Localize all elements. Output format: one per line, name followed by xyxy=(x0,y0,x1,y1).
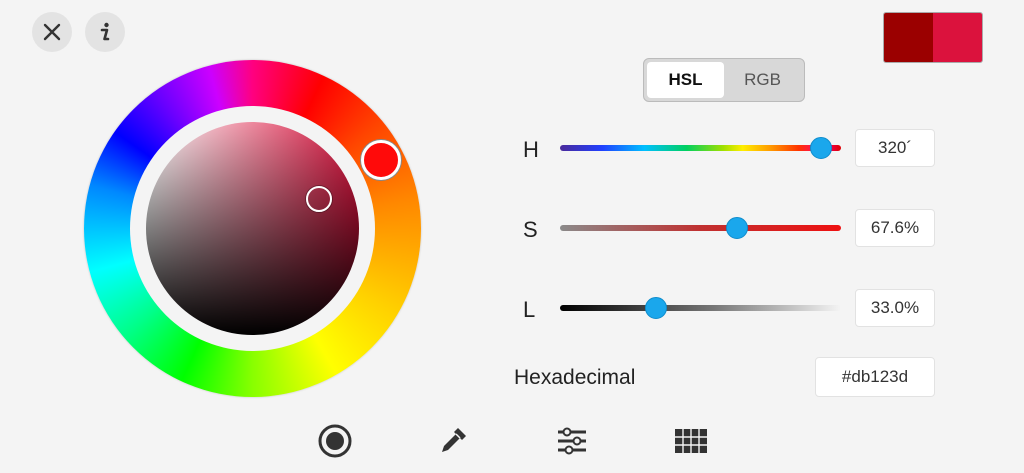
hue-slider-thumb[interactable] xyxy=(810,137,833,159)
eyedropper-button[interactable] xyxy=(434,422,472,460)
saturation-label: S xyxy=(523,217,538,242)
color-mode-toggle: HSL RGB xyxy=(643,58,805,102)
hue-label: H xyxy=(523,137,539,162)
color-wheel[interactable] xyxy=(84,60,421,397)
hexadecimal-label: Hexadecimal xyxy=(514,366,636,389)
previous-color-swatch[interactable] xyxy=(884,13,933,62)
sliders-button[interactable] xyxy=(553,422,591,460)
lightness-slider-thumb[interactable] xyxy=(644,297,667,319)
color-comparison-swatch xyxy=(883,12,983,63)
hue-slider-track[interactable] xyxy=(560,145,841,151)
info-icon xyxy=(100,22,110,41)
hexadecimal-value-field[interactable]: #db123d xyxy=(815,357,935,397)
hue-ring-handle[interactable] xyxy=(361,140,401,180)
close-icon xyxy=(43,23,61,41)
wheel-picker-icon xyxy=(318,424,352,458)
saturation-slider-thumb[interactable] xyxy=(726,217,749,239)
lightness-slider-track[interactable] xyxy=(560,305,841,311)
saturation-slider-track[interactable] xyxy=(560,225,841,231)
info-button[interactable] xyxy=(85,12,125,52)
mode-rgb-button[interactable]: RGB xyxy=(724,62,801,98)
close-button[interactable] xyxy=(32,12,72,52)
lightness-value-field[interactable]: 33.0% xyxy=(855,289,935,327)
saturation-value-field[interactable]: 67.6% xyxy=(855,209,935,247)
wheel-picker-button[interactable] xyxy=(316,422,354,460)
swatch-grid-button[interactable] xyxy=(672,422,710,460)
hue-value-field[interactable]: 320´ xyxy=(855,129,935,167)
swatch-grid-icon xyxy=(674,428,708,454)
mode-hsl-button[interactable]: HSL xyxy=(647,62,724,98)
lightness-label: L xyxy=(523,297,536,322)
sliders-icon xyxy=(558,427,586,455)
current-color-swatch xyxy=(933,13,982,62)
saturation-lightness-handle[interactable] xyxy=(306,186,332,212)
saturation-lightness-disc[interactable] xyxy=(146,122,359,335)
eyedropper-icon xyxy=(442,428,466,452)
